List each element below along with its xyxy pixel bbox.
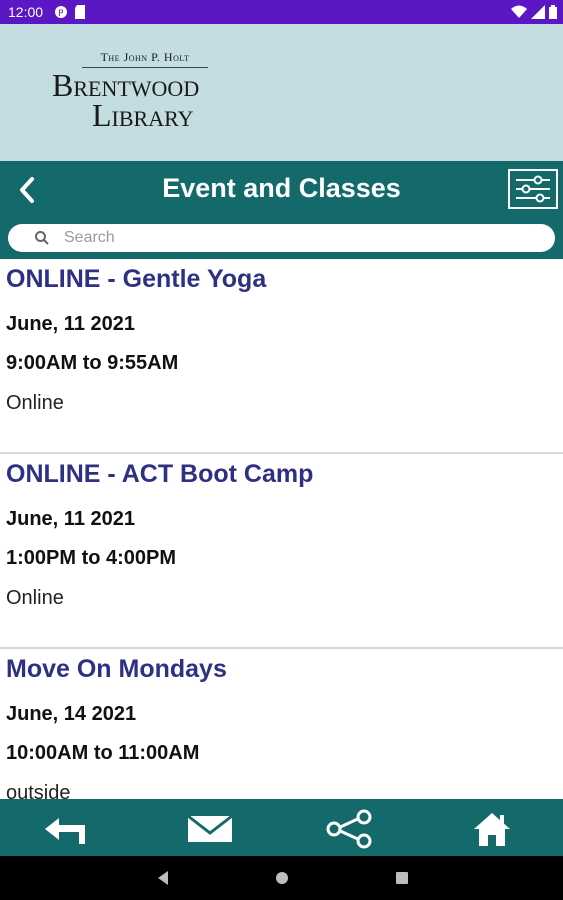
battery-icon xyxy=(549,5,557,19)
search-input[interactable] xyxy=(64,228,534,248)
share-button[interactable] xyxy=(320,807,380,851)
search-icon xyxy=(35,231,49,245)
event-date: June, 11 2021 xyxy=(6,508,135,530)
mail-icon xyxy=(187,814,233,842)
home-button[interactable] xyxy=(462,807,522,851)
event-location: Online xyxy=(6,587,64,609)
sliders-icon xyxy=(516,175,550,203)
logo-top-line: The John P. Holt xyxy=(82,50,208,68)
filter-button[interactable] xyxy=(508,169,558,209)
reply-icon xyxy=(45,818,85,844)
nav-back-icon[interactable] xyxy=(152,868,176,888)
status-notification-icons: P xyxy=(54,5,86,19)
page-title: Event and Classes xyxy=(162,173,401,203)
search-bar xyxy=(0,223,563,259)
library-logo: The John P. Holt Brentwood Library xyxy=(52,50,232,133)
svg-text:P: P xyxy=(58,9,64,19)
signal-icon xyxy=(531,5,545,19)
share-icon xyxy=(326,809,372,849)
event-list: ONLINE - Gentle Yoga June, 11 2021 9:00A… xyxy=(0,259,563,799)
wifi-icon xyxy=(511,5,527,18)
status-system-icons xyxy=(511,5,557,19)
bottom-toolbar xyxy=(0,799,563,856)
event-location: Online xyxy=(6,392,64,414)
logo-line-2: Library xyxy=(92,97,194,133)
list-item[interactable]: ONLINE - ACT Boot Camp June, 11 2021 1:0… xyxy=(0,454,563,649)
event-time: 9:00AM to 9:55AM xyxy=(6,352,179,374)
event-time: 1:00PM to 4:00PM xyxy=(6,547,177,569)
status-time: 12:00 xyxy=(8,4,44,20)
status-bar: 12:00 P xyxy=(0,0,563,24)
list-item[interactable]: ONLINE - Gentle Yoga June, 11 2021 9:00A… xyxy=(0,259,563,454)
system-nav-bar xyxy=(0,856,563,900)
event-title: Move On Mondays xyxy=(6,655,227,683)
notification-icon: P xyxy=(55,6,67,19)
logo-line-1: Brentwood xyxy=(52,67,200,103)
event-date: June, 11 2021 xyxy=(6,313,135,335)
reply-button[interactable] xyxy=(38,807,98,851)
search-field[interactable] xyxy=(8,224,555,252)
nav-home-icon[interactable] xyxy=(270,868,294,888)
logo-banner: The John P. Holt Brentwood Library xyxy=(0,24,563,161)
sd-card-icon xyxy=(75,5,85,19)
email-button[interactable] xyxy=(180,807,240,851)
event-date: June, 14 2021 xyxy=(6,703,137,725)
home-icon xyxy=(474,813,510,846)
event-time: 10:00AM to 11:00AM xyxy=(6,742,200,764)
event-title: ONLINE - ACT Boot Camp xyxy=(6,460,314,488)
event-title: ONLINE - Gentle Yoga xyxy=(6,265,267,293)
nav-recents-icon[interactable] xyxy=(390,868,414,888)
list-item[interactable]: Move On Mondays June, 14 2021 10:00AM to… xyxy=(0,649,563,799)
title-bar: Event and Classes xyxy=(0,161,563,223)
event-location: outside xyxy=(6,782,71,799)
